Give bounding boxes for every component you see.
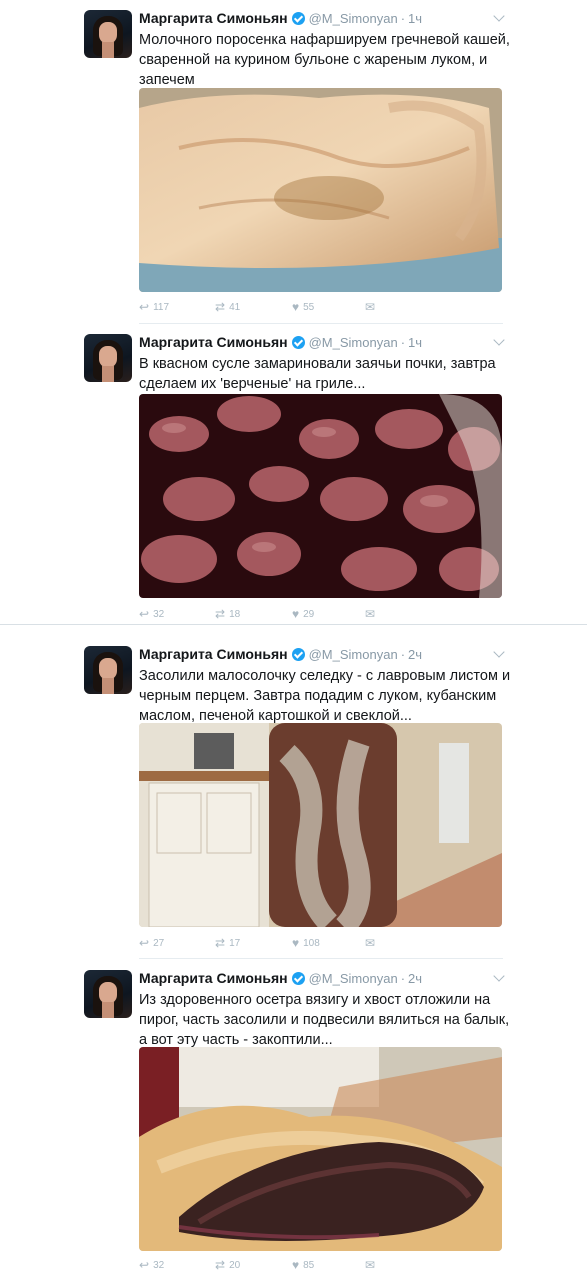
retweet-button[interactable]: ⇄ 41: [215, 301, 240, 313]
retweet-icon: ⇄: [215, 607, 226, 621]
tweet[interactable]: Маргарита Симоньян @M_Simonyan · 1ч Моло…: [0, 0, 587, 322]
avatar[interactable]: [84, 646, 132, 694]
retweet-icon: ⇄: [215, 1258, 226, 1272]
direct-message-button[interactable]: ✉: [365, 1259, 379, 1271]
tweet-header: Маргарита Симоньян @M_Simonyan · 2ч: [139, 646, 423, 662]
reply-button[interactable]: ↩ 117: [139, 301, 169, 313]
like-button[interactable]: ♥ 55: [292, 301, 314, 313]
reply-button[interactable]: ↩ 32: [139, 608, 164, 620]
tweet-text: Засолили малосолочку селедку - с лавровы…: [139, 668, 511, 724]
retweet-button[interactable]: ⇄ 20: [215, 1259, 240, 1271]
roast-piglet-photo[interactable]: [139, 88, 502, 292]
tweet-text: В квасном сусле замариновали заячьи почк…: [139, 356, 496, 392]
direct-message-icon: ✉: [365, 1258, 376, 1272]
author-name[interactable]: Маргарита Симоньян: [139, 970, 288, 986]
smoked-sturgeon-photo[interactable]: [139, 1047, 502, 1251]
verified-badge-icon: [291, 11, 305, 25]
herring-jar-photo[interactable]: [139, 723, 502, 927]
tweet-time[interactable]: 1ч: [408, 335, 422, 350]
tweet[interactable]: Маргарита Симоньян @M_Simonyan · 1ч В кв…: [0, 324, 587, 624]
tweet-text: Из здоровенного осетра вязигу и хвост от…: [139, 992, 510, 1048]
author-handle[interactable]: @M_Simonyan: [309, 971, 398, 986]
direct-message-icon: ✉: [365, 300, 376, 314]
tweet-actions: ↩ 32 ⇄ 20 ♥ 85 ✉: [139, 1259, 439, 1273]
author-name[interactable]: Маргарита Симоньян: [139, 334, 288, 350]
tweet[interactable]: Маргарита Симоньян @M_Simonyan · 2ч Из з…: [0, 960, 587, 1280]
heart-icon: ♥: [292, 607, 300, 621]
like-button[interactable]: ♥ 29: [292, 608, 314, 620]
direct-message-button[interactable]: ✉: [365, 937, 379, 949]
tweet-header: Маргарита Симоньян @M_Simonyan · 1ч: [139, 334, 423, 350]
direct-message-button[interactable]: ✉: [365, 608, 379, 620]
tweet-header: Маргарита Симоньян @M_Simonyan · 2ч: [139, 970, 423, 986]
tweet-time[interactable]: 1ч: [408, 11, 422, 26]
verified-badge-icon: [291, 647, 305, 661]
reply-icon: ↩: [139, 300, 150, 314]
reply-icon: ↩: [139, 1258, 150, 1272]
author-name[interactable]: Маргарита Симоньян: [139, 10, 288, 26]
tweet-header: Маргарита Симоньян @M_Simonyan · 1ч: [139, 10, 423, 26]
retweet-button[interactable]: ⇄ 17: [215, 937, 240, 949]
tweet-actions: ↩ 117 ⇄ 41 ♥ 55 ✉: [139, 301, 439, 315]
like-button[interactable]: ♥ 85: [292, 1259, 314, 1271]
direct-message-button[interactable]: ✉: [365, 301, 379, 313]
retweet-button[interactable]: ⇄ 18: [215, 608, 240, 620]
author-handle[interactable]: @M_Simonyan: [309, 11, 398, 26]
heart-icon: ♥: [292, 300, 300, 314]
author-name[interactable]: Маргарита Симоньян: [139, 646, 288, 662]
verified-badge-icon: [291, 335, 305, 349]
tweet-text: Молочного поросенка нафаршируем гречнево…: [139, 32, 510, 88]
reply-button[interactable]: ↩ 27: [139, 937, 164, 949]
divider: [0, 624, 587, 625]
direct-message-icon: ✉: [365, 607, 376, 621]
tweet-time[interactable]: 2ч: [408, 647, 422, 662]
heart-icon: ♥: [292, 936, 300, 950]
avatar[interactable]: [84, 10, 132, 58]
tweet[interactable]: Маргарита Симоньян @M_Simonyan · 2ч Засо…: [0, 636, 587, 956]
avatar[interactable]: [84, 334, 132, 382]
avatar[interactable]: [84, 970, 132, 1018]
tweet-actions: ↩ 32 ⇄ 18 ♥ 29 ✉: [139, 608, 439, 622]
tweet-actions: ↩ 27 ⇄ 17 ♥ 108 ✉: [139, 937, 439, 951]
direct-message-icon: ✉: [365, 936, 376, 950]
verified-badge-icon: [291, 971, 305, 985]
marinated-kidneys-photo[interactable]: [139, 394, 502, 598]
reply-button[interactable]: ↩ 32: [139, 1259, 164, 1271]
author-handle[interactable]: @M_Simonyan: [309, 335, 398, 350]
divider: [139, 958, 503, 959]
like-button[interactable]: ♥ 108: [292, 937, 320, 949]
retweet-icon: ⇄: [215, 936, 226, 950]
retweet-icon: ⇄: [215, 300, 226, 314]
author-handle[interactable]: @M_Simonyan: [309, 647, 398, 662]
reply-icon: ↩: [139, 936, 150, 950]
tweet-time[interactable]: 2ч: [408, 971, 422, 986]
heart-icon: ♥: [292, 1258, 300, 1272]
reply-icon: ↩: [139, 607, 150, 621]
